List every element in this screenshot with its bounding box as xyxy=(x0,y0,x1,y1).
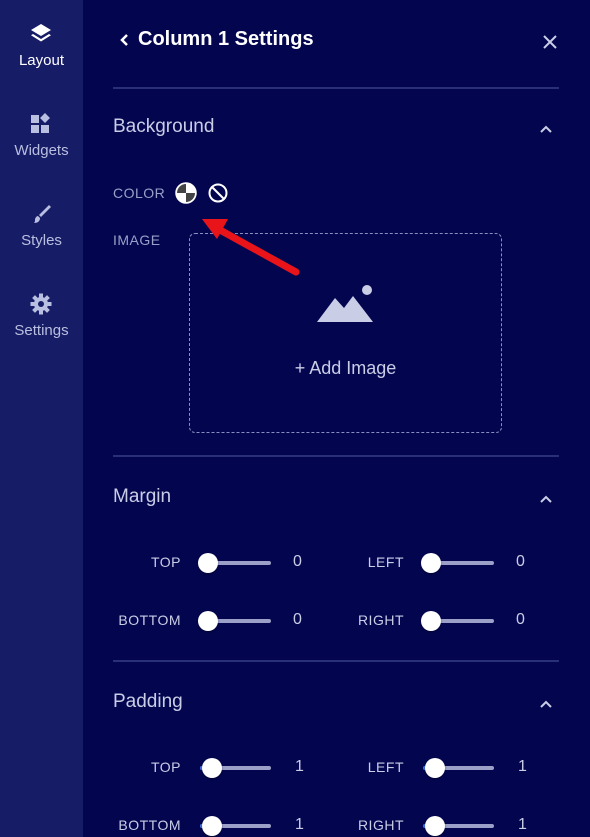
padding-top-label: TOP xyxy=(150,759,181,775)
widgets-icon xyxy=(31,113,50,133)
divider xyxy=(113,455,559,457)
gear-icon xyxy=(30,293,52,315)
settings-panel: Column 1 Settings Background COLOR IMAGE… xyxy=(83,0,590,837)
padding-left-label: LEFT xyxy=(367,759,404,775)
image-dropzone[interactable]: + Add Image xyxy=(189,233,502,433)
sidebar-item-label: Settings xyxy=(14,322,69,339)
divider xyxy=(113,87,559,89)
padding-right-label: RIGHT xyxy=(357,817,404,833)
section-title-background: Background xyxy=(113,116,215,137)
back-button[interactable]: Column 1 Settings xyxy=(118,28,314,51)
padding-top-value: 1 xyxy=(295,758,304,775)
padding-bottom-label: BOTTOM xyxy=(118,817,181,833)
sidebar-item-label: Widgets xyxy=(14,142,69,159)
no-color-icon[interactable] xyxy=(207,182,229,204)
sidebar-item-label: Styles xyxy=(21,232,62,249)
sidebar: Layout Widgets Styles Settings xyxy=(0,0,83,837)
sidebar-item-styles[interactable]: Styles xyxy=(0,190,83,270)
page-title: Column 1 Settings xyxy=(138,28,314,50)
brush-icon xyxy=(34,205,51,223)
image-label: IMAGE xyxy=(113,232,161,248)
close-icon[interactable] xyxy=(541,33,559,51)
sidebar-item-label: Layout xyxy=(18,52,65,69)
margin-right-value: 0 xyxy=(516,611,525,628)
margin-left-value: 0 xyxy=(516,553,525,570)
margin-left-slider-handle[interactable] xyxy=(421,553,441,573)
color-picker-swatch[interactable] xyxy=(175,182,197,204)
margin-top-value: 0 xyxy=(293,553,302,570)
section-title-margin: Margin xyxy=(113,486,172,507)
margin-top-slider-handle[interactable] xyxy=(198,553,218,573)
padding-right-slider-handle[interactable] xyxy=(425,816,445,836)
divider xyxy=(113,660,559,662)
section-title-padding: Padding xyxy=(113,691,183,712)
chevron-left-icon xyxy=(120,33,128,46)
chevron-up-icon[interactable] xyxy=(538,123,554,135)
chevron-up-icon[interactable] xyxy=(538,493,554,505)
padding-right-value: 1 xyxy=(518,816,527,833)
chevron-up-icon[interactable] xyxy=(538,698,554,710)
add-image-button[interactable]: + Add Image xyxy=(190,358,501,379)
margin-left-label: LEFT xyxy=(367,554,404,570)
sidebar-item-widgets[interactable]: Widgets xyxy=(0,100,83,180)
padding-bottom-slider-handle[interactable] xyxy=(202,816,222,836)
sidebar-item-settings[interactable]: Settings xyxy=(0,280,83,360)
padding-left-value: 1 xyxy=(518,758,527,775)
margin-bottom-slider-handle[interactable] xyxy=(198,611,218,631)
margin-right-label: RIGHT xyxy=(357,612,404,628)
padding-top-slider-handle[interactable] xyxy=(202,758,222,778)
layers-icon xyxy=(31,24,51,42)
padding-bottom-value: 1 xyxy=(295,816,304,833)
margin-right-slider-handle[interactable] xyxy=(421,611,441,631)
margin-top-label: TOP xyxy=(150,554,181,570)
padding-left-slider-handle[interactable] xyxy=(425,758,445,778)
sidebar-item-layout[interactable]: Layout xyxy=(0,10,83,90)
image-placeholder-icon xyxy=(317,285,373,322)
margin-bottom-value: 0 xyxy=(293,611,302,628)
margin-bottom-label: BOTTOM xyxy=(118,612,181,628)
color-label: COLOR xyxy=(113,185,166,201)
